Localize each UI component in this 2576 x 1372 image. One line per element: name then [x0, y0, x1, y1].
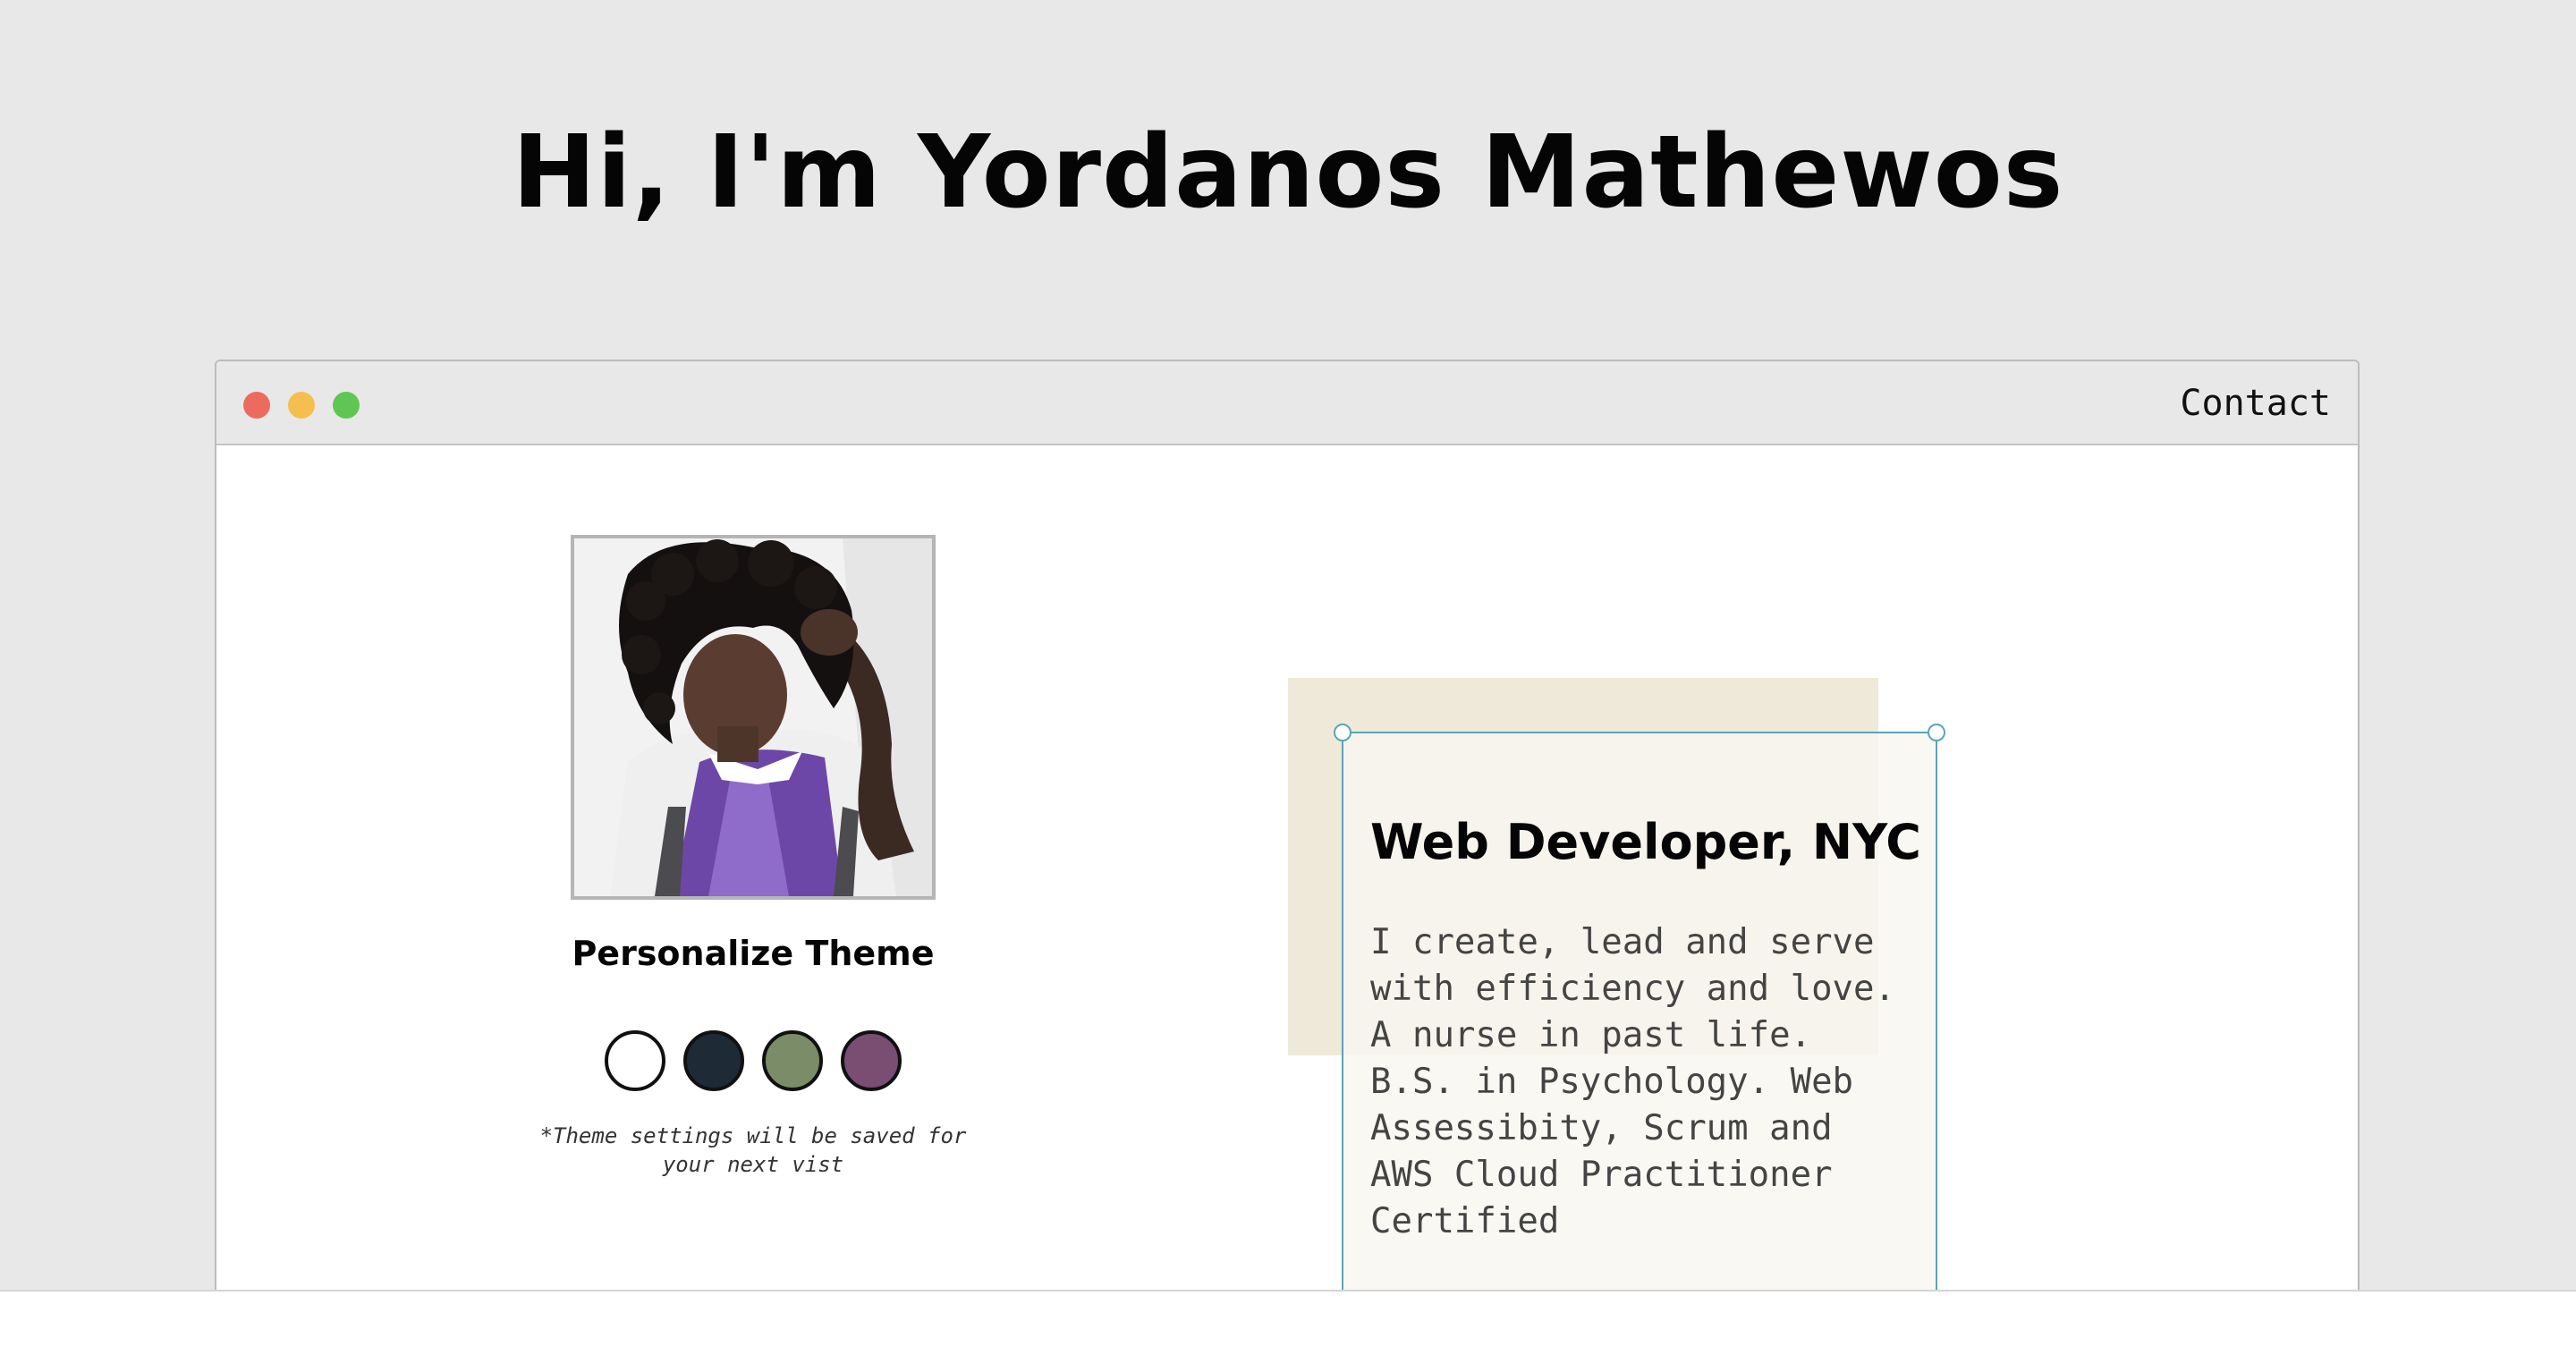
intro-card-body: I create, lead and serve with efficiency… [1370, 922, 1895, 1241]
profile-photo [571, 535, 936, 900]
resize-handle-top-left[interactable] [1334, 724, 1352, 741]
window-title-bar: Contact [216, 361, 2358, 445]
intro-card: Web Developer, NYC I create, lead and se… [1334, 724, 1945, 1290]
hero-title: Hi, I'm Yordanos Mathewos [512, 114, 2064, 231]
maximize-window-dot[interactable] [333, 392, 360, 419]
page: Hi, I'm Yordanos Mathewos Contact Person… [0, 0, 2576, 1372]
theme-swatch-sage[interactable] [762, 1030, 823, 1091]
intro-card-title: Web Developer, NYC [1370, 814, 1921, 870]
contact-link[interactable]: Contact [2180, 383, 2331, 424]
resize-handle-top-right[interactable] [1928, 724, 1945, 741]
profile-photo-image [574, 538, 932, 896]
theme-save-note: *Theme settings will be saved for your n… [539, 1123, 967, 1177]
theme-swatch-plum[interactable] [841, 1030, 902, 1091]
browser-window: Contact Personalize Theme *Theme setting… [215, 360, 2360, 1290]
close-window-dot[interactable] [243, 392, 270, 419]
footer-strip [0, 1290, 2576, 1372]
minimize-window-dot[interactable] [288, 392, 315, 419]
personalize-theme-title: Personalize Theme [572, 934, 935, 973]
theme-swatch-white[interactable] [605, 1030, 665, 1091]
theme-swatch-navy[interactable] [683, 1030, 744, 1091]
